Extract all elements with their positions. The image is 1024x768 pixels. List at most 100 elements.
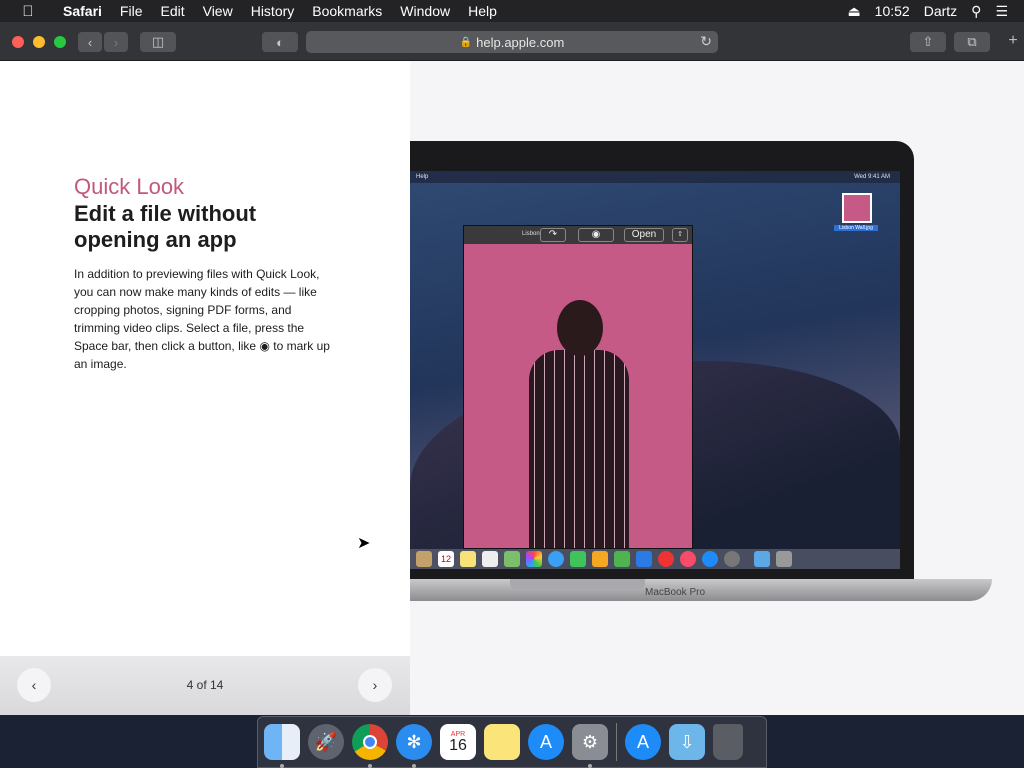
mini-dock: 12: [410, 549, 900, 569]
sidebar-icon: ◫: [151, 34, 165, 49]
user-name[interactable]: Dartz: [924, 3, 957, 19]
rotate-icon: ↷: [540, 228, 566, 242]
chevron-left-icon: ‹: [31, 677, 37, 693]
mini-dock-calendar-icon: 12: [438, 551, 454, 567]
apple-menu-icon[interactable]: : [16, 3, 40, 20]
menu-history[interactable]: History: [242, 0, 304, 22]
mini-menu-bar: Help Wed 9:41 AM: [410, 171, 900, 183]
slide-counter: 4 of 14: [186, 678, 224, 692]
mini-dock-messages-icon: [548, 551, 564, 567]
mini-dock-pages-icon: [592, 551, 608, 567]
laptop-screen: Help Wed 9:41 AM Lisbon ↷ ◉ Open ⇧ Lisbo…: [410, 171, 900, 569]
minimize-window-button[interactable]: [33, 36, 45, 48]
mini-dock-reminders-icon: [482, 551, 498, 567]
next-slide-button[interactable]: ›: [358, 668, 392, 702]
mini-menu-clock: Wed 9:41 AM: [854, 174, 890, 180]
eject-icon[interactable]: ⏏: [847, 3, 860, 20]
portrait-photo: [519, 286, 639, 548]
mini-dock-settings-icon: [724, 551, 740, 567]
system-preferences-icon[interactable]: ⚙: [572, 724, 608, 768]
calendar-day: 16: [449, 736, 467, 754]
app-store-folder-icon[interactable]: A: [625, 724, 661, 760]
mini-dock-facetime-icon: [570, 551, 586, 567]
trash-icon[interactable]: [713, 724, 743, 760]
menu-edit[interactable]: Edit: [151, 0, 193, 22]
lock-icon: 🔒: [459, 36, 473, 48]
running-indicator: [280, 764, 284, 768]
striped-shirt: [529, 350, 629, 548]
chrome-icon[interactable]: [352, 724, 388, 768]
notification-center-icon[interactable]: ☰: [995, 3, 1008, 20]
mini-dock-maps-icon: [504, 551, 520, 567]
calendar-icon[interactable]: APR 16: [440, 724, 476, 760]
downloads-folder-icon[interactable]: ⇩: [669, 724, 705, 760]
mini-dock-numbers-icon: [614, 551, 630, 567]
mini-dock-app-store-icon: [702, 551, 718, 567]
laptop-lid: Help Wed 9:41 AM Lisbon ↷ ◉ Open ⇧ Lisbo…: [410, 141, 914, 601]
chevron-right-icon: ›: [372, 677, 378, 693]
article-headline: Edit a file without opening an app: [74, 201, 257, 252]
chevron-left-icon: ‹: [87, 34, 93, 50]
back-button[interactable]: ‹: [78, 32, 102, 52]
slide-navigation: ‹ 4 of 14 ›: [0, 656, 410, 715]
web-page: Quick Look Edit a file without opening a…: [0, 61, 1024, 715]
mini-dock-folder-icon: [754, 551, 770, 567]
url-text: help.apple.com: [476, 34, 565, 50]
laptop-model-label: MacBook Pro: [644, 587, 706, 598]
shield-icon: ◐: [276, 34, 284, 50]
notes-icon[interactable]: [484, 724, 520, 760]
menu-bookmarks[interactable]: Bookmarks: [303, 0, 391, 22]
mini-dock-notes-icon: [416, 551, 432, 567]
menu-file[interactable]: File: [111, 0, 152, 22]
mini-dock-keynote-icon: [636, 551, 652, 567]
spotlight-search-icon[interactable]: ⚲: [971, 3, 981, 20]
clock[interactable]: 10:52: [875, 3, 910, 19]
quick-look-open-button: Open: [624, 228, 664, 242]
mini-dock-music-icon: [680, 551, 696, 567]
article-panel: Quick Look Edit a file without opening a…: [0, 61, 410, 715]
mini-dock-trash-icon: [776, 551, 792, 567]
share-icon: ⇧: [672, 228, 688, 242]
file-thumbnail: [842, 193, 872, 223]
menu-help[interactable]: Help: [459, 0, 506, 22]
address-bar[interactable]: 🔒 help.apple.com ↻: [306, 31, 718, 53]
quick-look-toolbar: Lisbon ↷ ◉ Open ⇧: [464, 226, 692, 244]
article-body: In addition to previewing files with Qui…: [74, 267, 330, 371]
share-icon: ⇧: [922, 34, 934, 49]
dock: 🚀 ✻ APR 16 A ⚙ A ⇩: [257, 716, 767, 768]
running-indicator: [412, 764, 416, 768]
safari-icon[interactable]: ✻: [396, 724, 432, 768]
app-store-icon[interactable]: A: [528, 724, 564, 760]
finder-icon[interactable]: [264, 724, 300, 768]
mouse-cursor-icon: ➤: [357, 535, 371, 552]
previous-slide-button[interactable]: ‹: [17, 668, 51, 702]
chrome-center: [363, 735, 377, 749]
launchpad-icon[interactable]: 🚀: [308, 724, 344, 760]
person-head: [557, 300, 603, 356]
sidebar-toggle-button[interactable]: ◫: [140, 32, 176, 52]
quick-look-title: Lisbon: [522, 231, 540, 237]
zoom-window-button[interactable]: [54, 36, 66, 48]
markup-icon: ◉: [578, 228, 614, 242]
macbook-illustration: Help Wed 9:41 AM Lisbon ↷ ◉ Open ⇧ Lisbo…: [410, 141, 1024, 641]
menu-bar:  Safari File Edit View History Bookmark…: [0, 0, 1024, 22]
forward-button[interactable]: ›: [104, 32, 128, 52]
file-thumbnail-label: Lisbon Wall.jpg: [834, 225, 878, 231]
tab-overview-button[interactable]: ⧉: [954, 32, 990, 52]
menu-window[interactable]: Window: [391, 0, 459, 22]
new-tab-button[interactable]: +: [1004, 32, 1022, 52]
tabs-icon: ⧉: [967, 34, 977, 49]
close-window-button[interactable]: [12, 36, 24, 48]
privacy-report-button[interactable]: ◐: [262, 32, 298, 52]
reload-icon[interactable]: ↻: [700, 33, 712, 50]
running-indicator: [588, 764, 592, 768]
browser-toolbar: ‹ › ◫ ◐ 🔒 help.apple.com ↻ ⇧ ⧉ +: [0, 22, 1024, 61]
menu-view[interactable]: View: [194, 0, 242, 22]
mini-dock-stickies-icon: [460, 551, 476, 567]
chevron-right-icon: ›: [113, 34, 119, 50]
share-button[interactable]: ⇧: [910, 32, 946, 52]
mini-dock-photos-icon: [526, 551, 542, 567]
menu-app-name[interactable]: Safari: [54, 0, 111, 22]
mini-dock-news-icon: [658, 551, 674, 567]
dock-separator: [616, 723, 617, 761]
